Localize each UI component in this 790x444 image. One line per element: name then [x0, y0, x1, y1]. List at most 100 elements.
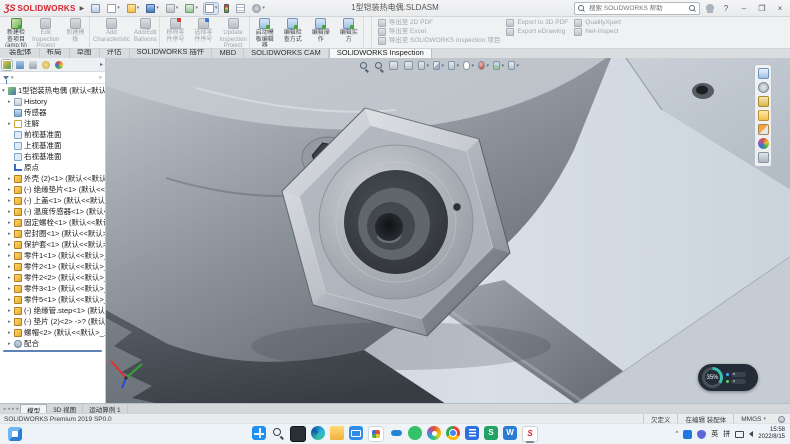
- search-icon[interactable]: [271, 426, 285, 440]
- launch-template-editor-button[interactable]: 启动模 板编辑 器: [251, 17, 279, 47]
- tree-item[interactable]: ▸ 上视基准面: [0, 140, 105, 151]
- menu-flyout-icon[interactable]: ▶: [80, 5, 85, 12]
- solidworks-icon[interactable]: S: [522, 426, 538, 442]
- tree-item[interactable]: ▸ (-) 绝缘垫片<1> (默认<<默认>_显: [0, 184, 105, 195]
- chrome-icon[interactable]: [446, 426, 460, 440]
- tree-root-item[interactable]: ▾ 1型铠装热电偶 (默认<默认>_显示状态-1: [0, 85, 105, 96]
- edge-icon[interactable]: [311, 426, 325, 440]
- tree-item[interactable]: ▸ 固定螺栓<1> (默认<<默认>_显示: [0, 217, 105, 228]
- options-icon[interactable]: [251, 3, 266, 14]
- search-input[interactable]: [587, 4, 687, 13]
- recorder-overlay-widget[interactable]: 35%: [698, 364, 758, 391]
- new-icon[interactable]: [106, 3, 121, 14]
- widget-button-1[interactable]: [731, 372, 746, 377]
- export-menu-item[interactable]: QualityXpert: [574, 19, 621, 27]
- ime-indicator[interactable]: 拼: [723, 429, 730, 439]
- filter-caret-icon[interactable]: ▾: [11, 75, 14, 81]
- previous-view-icon[interactable]: [388, 60, 399, 71]
- document-tab[interactable]: 3D 视图: [47, 404, 83, 413]
- tree-item[interactable]: ▸ 零件1<1> (默认<<默认>_显示状态: [0, 250, 105, 261]
- view-settings-icon[interactable]: [508, 60, 519, 71]
- edit-spec-button[interactable]: 编辑实 方: [335, 17, 364, 47]
- onedrive-icon[interactable]: [389, 426, 403, 440]
- restore-button[interactable]: ❐: [756, 4, 768, 13]
- widgets-icon[interactable]: [8, 427, 22, 441]
- tree-item[interactable]: ▸ 右视基准面: [0, 151, 105, 162]
- hide-show-items-icon[interactable]: [463, 60, 474, 71]
- start-icon[interactable]: [252, 426, 266, 440]
- new-template-button[interactable]: 新建模 板: [61, 17, 90, 47]
- widget-button-2[interactable]: [731, 379, 746, 384]
- add-characteristic-button[interactable]: Add Characteristic: [91, 17, 131, 47]
- rollback-bar[interactable]: [3, 350, 102, 352]
- filter-icon[interactable]: [3, 76, 9, 80]
- export-menu-item[interactable]: 导出至 SOLIDWORKS Inspection 项目: [378, 37, 501, 45]
- help-button[interactable]: ?: [720, 4, 732, 13]
- update-inspection-project-button[interactable]: Update Inspection Project: [217, 17, 249, 47]
- tree-item[interactable]: ▸ (-) 温度传感器<1> (默认<<默认>_: [0, 206, 105, 217]
- language-indicator[interactable]: 英: [711, 429, 718, 439]
- tree-item[interactable]: ▸ 注解: [0, 118, 105, 129]
- tree-item[interactable]: ▸ 传感器: [0, 107, 105, 118]
- feature-tree-tab[interactable]: [2, 60, 12, 70]
- help-search-box[interactable]: [574, 2, 700, 15]
- configurations-tab[interactable]: [28, 60, 38, 70]
- volume-icon[interactable]: [749, 431, 753, 437]
- select-icon[interactable]: [204, 3, 219, 14]
- dimxpert-tab[interactable]: [41, 60, 51, 70]
- zoom-to-fit-icon[interactable]: [358, 60, 369, 71]
- close-button[interactable]: ×: [774, 4, 786, 13]
- tree-item[interactable]: ▸ 保护套<1> (默认<<默认>_显示状: [0, 239, 105, 250]
- view-orientation-icon[interactable]: [433, 60, 444, 71]
- export-menu-item[interactable]: Net-Inspect: [574, 28, 621, 36]
- book-icon[interactable]: [465, 426, 479, 440]
- file-explorer-icon[interactable]: [758, 110, 769, 121]
- apply-scene-icon[interactable]: [493, 60, 504, 71]
- file-properties-icon[interactable]: [235, 3, 246, 14]
- dynamic-annotation-views-icon[interactable]: [418, 60, 429, 71]
- mail-icon[interactable]: [349, 426, 363, 440]
- undo-icon[interactable]: [184, 3, 199, 14]
- panel-expand-icon[interactable]: »: [99, 75, 102, 81]
- app-w-icon[interactable]: W: [503, 426, 517, 440]
- tree-item[interactable]: ▸ 配合: [0, 338, 105, 349]
- zoom-to-area-icon[interactable]: [373, 60, 384, 71]
- globe-icon[interactable]: [778, 416, 785, 423]
- add-edit-balloons-button[interactable]: Add/Edit Balloons: [131, 17, 160, 47]
- tree-item[interactable]: ▸ 零件3<1> (默认<<默认>_显示状态: [0, 283, 105, 294]
- tree-item[interactable]: ▸ 零件5<1> (默认<<默认>_显示状态: [0, 294, 105, 305]
- appearances-icon[interactable]: [758, 138, 769, 149]
- display-manager-tab[interactable]: [54, 60, 64, 70]
- print-icon[interactable]: [165, 3, 180, 14]
- save-icon[interactable]: [145, 3, 160, 14]
- minimize-button[interactable]: –: [738, 4, 750, 13]
- tree-item[interactable]: ▸ 原点: [0, 162, 105, 173]
- file-explorer-icon[interactable]: [330, 426, 344, 440]
- tree-item[interactable]: ▸ 密封圈<1> (默认<<默认>_显示状: [0, 228, 105, 239]
- panel-tabs-overflow-icon[interactable]: ▸: [100, 61, 103, 68]
- user-account-icon[interactable]: [706, 4, 714, 12]
- app-green-icon[interactable]: [408, 426, 422, 440]
- tree-item[interactable]: ▸ (-) 绝缘管.step<1> (默认<<默认>: [0, 305, 105, 316]
- select-balloons-button[interactable]: 选择零 件序号: [189, 17, 217, 47]
- tree-item[interactable]: ▸ 零件2<1> (默认<<默认>_显示状态: [0, 261, 105, 272]
- home-icon[interactable]: [758, 68, 769, 79]
- custom-properties-icon[interactable]: [758, 152, 769, 163]
- tree-item[interactable]: ▸ 外壳 (2)<1> (默认<<默认>_显示状: [0, 173, 105, 184]
- design-library-icon[interactable]: [758, 96, 769, 107]
- rebuild-icon[interactable]: [223, 3, 230, 14]
- tree-item[interactable]: ▸ 螺帽<2> (默认<<默认>_显示状态: [0, 327, 105, 338]
- security-shield-icon[interactable]: [697, 430, 706, 439]
- new-inspection-button[interactable]: 新建检 查项目 (amp;N): [2, 17, 30, 47]
- section-view-icon[interactable]: [403, 60, 414, 71]
- tree-item[interactable]: ▸ 前视基准面: [0, 129, 105, 140]
- search-go-icon[interactable]: [689, 5, 696, 12]
- photos-icon[interactable]: [368, 426, 384, 442]
- color-wheel-icon[interactable]: [427, 426, 441, 440]
- edit-operations-button[interactable]: 编辑操 作: [307, 17, 335, 47]
- tree-item[interactable]: ▸ History: [0, 96, 105, 107]
- edit-appearance-icon[interactable]: [478, 60, 489, 71]
- tray-app-icon[interactable]: [683, 430, 692, 439]
- graphics-area[interactable]: 35%: [106, 58, 790, 404]
- view-palette-icon[interactable]: [758, 124, 769, 135]
